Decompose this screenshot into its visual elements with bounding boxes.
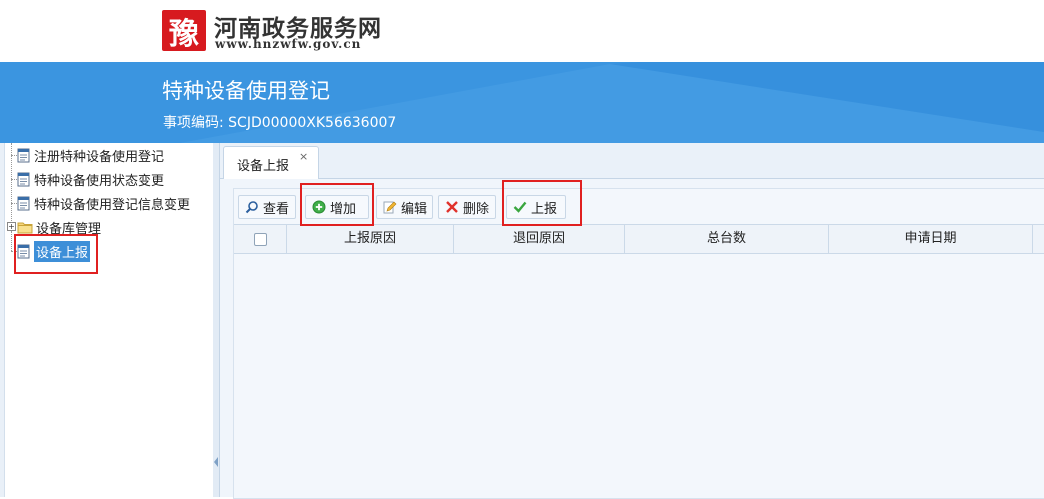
tree-item-label: 特种设备使用状态变更	[34, 173, 165, 189]
document-icon	[17, 172, 30, 186]
delete-x-icon	[446, 201, 458, 213]
banner-decoration	[180, 62, 1044, 143]
tree-item-label: 设备上报	[34, 240, 91, 262]
collapse-arrow-icon[interactable]	[213, 452, 219, 472]
delete-button[interactable]: 删除	[438, 195, 496, 219]
panel-splitter[interactable]	[213, 143, 220, 497]
document-icon	[17, 148, 30, 162]
grid-body	[234, 254, 1044, 498]
report-label: 上报	[531, 201, 558, 217]
grid-header: 上报原因 退回原因 总台数 申请日期	[234, 224, 1044, 254]
site-header: 豫 河南政务服务网 www.hnzwfw.gov.cn	[0, 0, 1044, 62]
tree-item-label: 设备库管理	[36, 221, 102, 237]
document-icon	[17, 196, 30, 210]
tab-content: 查看 增加 编辑 删除 上报 上报原因 退回原因 总台数 申请日期	[233, 188, 1044, 499]
tree-item-label: 注册特种设备使用登记	[34, 149, 165, 165]
pencil-icon	[383, 201, 397, 214]
view-label: 查看	[263, 201, 290, 217]
search-icon	[245, 201, 258, 214]
site-url: www.hnzwfw.gov.cn	[215, 37, 362, 51]
tree-item-status-change[interactable]: 特种设备使用状态变更	[17, 169, 164, 189]
service-title: 特种设备使用登记	[162, 79, 330, 103]
expand-toggle[interactable]: +	[7, 222, 16, 231]
add-circle-icon	[312, 200, 326, 214]
column-header-report-reason[interactable]: 上报原因	[287, 225, 454, 253]
add-button[interactable]: 增加	[305, 195, 369, 219]
tree-item-device-report[interactable]: 设备上报	[17, 240, 91, 262]
tree-item-register[interactable]: 注册特种设备使用登记	[17, 145, 164, 165]
select-all-cell	[234, 225, 287, 253]
column-header-apply-date[interactable]: 申请日期	[829, 225, 1033, 253]
checkmark-icon	[513, 201, 527, 213]
logo-glyph: 豫	[169, 16, 199, 52]
tree-item-device-library[interactable]: 设备库管理	[17, 217, 101, 237]
edit-button[interactable]: 编辑	[376, 195, 433, 219]
document-icon	[17, 244, 30, 258]
close-icon[interactable]: ×	[299, 150, 308, 163]
delete-label: 删除	[463, 201, 490, 217]
column-header-total-units[interactable]: 总台数	[625, 225, 829, 253]
service-code: 事项编码: SCJD00000XK56636007	[163, 115, 397, 131]
tab-strip: 设备上报 ×	[220, 143, 1044, 179]
add-label: 增加	[330, 201, 357, 217]
site-logo[interactable]: 豫	[162, 10, 206, 52]
panel-edge	[0, 143, 5, 497]
tab-device-report[interactable]: 设备上报 ×	[223, 146, 319, 179]
tab-label: 设备上报	[237, 159, 290, 174]
report-button[interactable]: 上报	[506, 195, 566, 219]
column-header-return-reason[interactable]: 退回原因	[454, 225, 625, 253]
tree-item-label: 特种设备使用登记信息变更	[34, 197, 191, 213]
left-nav-tree: 注册特种设备使用登记 特种设备使用状态变更 特种设备使用登记信息变更 + 设备库…	[0, 143, 214, 497]
tree-item-info-change[interactable]: 特种设备使用登记信息变更	[17, 193, 190, 213]
service-banner: 特种设备使用登记 事项编码: SCJD00000XK56636007	[0, 62, 1044, 143]
view-button[interactable]: 查看	[238, 195, 296, 219]
tree-guide-line	[11, 231, 12, 251]
main-area: 设备上报 × 查看 增加 编辑 删除 上报 上报原因 退回原因 总台数 申请日期	[220, 143, 1044, 499]
toolbar: 查看 增加 编辑 删除 上报	[234, 189, 1044, 224]
edit-label: 编辑	[401, 201, 428, 217]
folder-icon	[17, 222, 33, 233]
select-all-checkbox[interactable]	[253, 233, 267, 246]
